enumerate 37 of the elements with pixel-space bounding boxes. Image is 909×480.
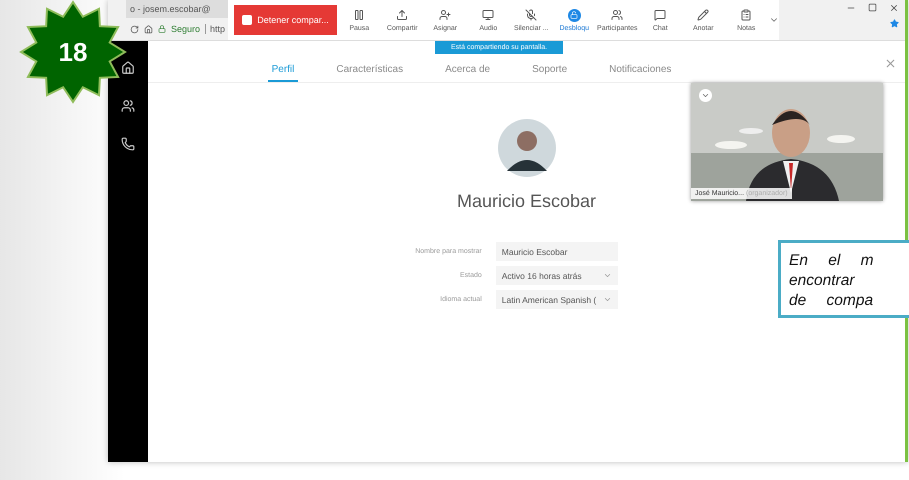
notes-icon [740, 8, 753, 22]
reload-icon[interactable] [130, 24, 139, 34]
chat-icon [654, 8, 667, 22]
tab[interactable]: Acerca de [441, 58, 494, 82]
secure-label: Seguro [171, 24, 200, 34]
url-text[interactable]: http [205, 24, 226, 34]
phone-icon[interactable] [121, 137, 135, 151]
select-field[interactable]: Activo 16 horas atrás [496, 266, 618, 285]
lock-icon [158, 25, 166, 33]
unlock-icon [568, 8, 581, 22]
select-field[interactable]: Latin American Spanish ( [496, 290, 618, 309]
pause-icon [352, 8, 366, 22]
stop-sharing-button[interactable]: Detener compar... [234, 5, 337, 35]
input-field[interactable]: Mauricio Escobar [496, 242, 618, 261]
badge-number: 18 [58, 36, 88, 68]
chevron-icon [602, 271, 612, 280]
add-user-icon [438, 8, 452, 22]
profile-name: Mauricio Escobar [456, 191, 596, 212]
mic-off-icon [524, 8, 538, 22]
avatar [498, 119, 556, 177]
people-icon [610, 8, 624, 22]
monitor-icon [482, 8, 495, 22]
close-icon[interactable] [888, 3, 899, 13]
people-icon[interactable] [121, 99, 135, 113]
callout-text: encontrar [789, 271, 856, 291]
callout-text: de compa [789, 291, 874, 311]
callout-text: En el m [789, 251, 875, 271]
pencil-icon [696, 8, 710, 22]
home-icon[interactable] [144, 24, 153, 34]
upload-icon [396, 8, 409, 22]
tab[interactable]: Soporte [528, 58, 572, 82]
tab[interactable]: Características [332, 58, 408, 82]
browser-tab[interactable]: o - josem.escobar@ [126, 0, 228, 18]
star-icon[interactable] [890, 19, 899, 28]
chevron-icon [602, 295, 612, 304]
maximize-icon[interactable] [868, 3, 877, 12]
tab[interactable]: Notificaciones [605, 58, 676, 82]
